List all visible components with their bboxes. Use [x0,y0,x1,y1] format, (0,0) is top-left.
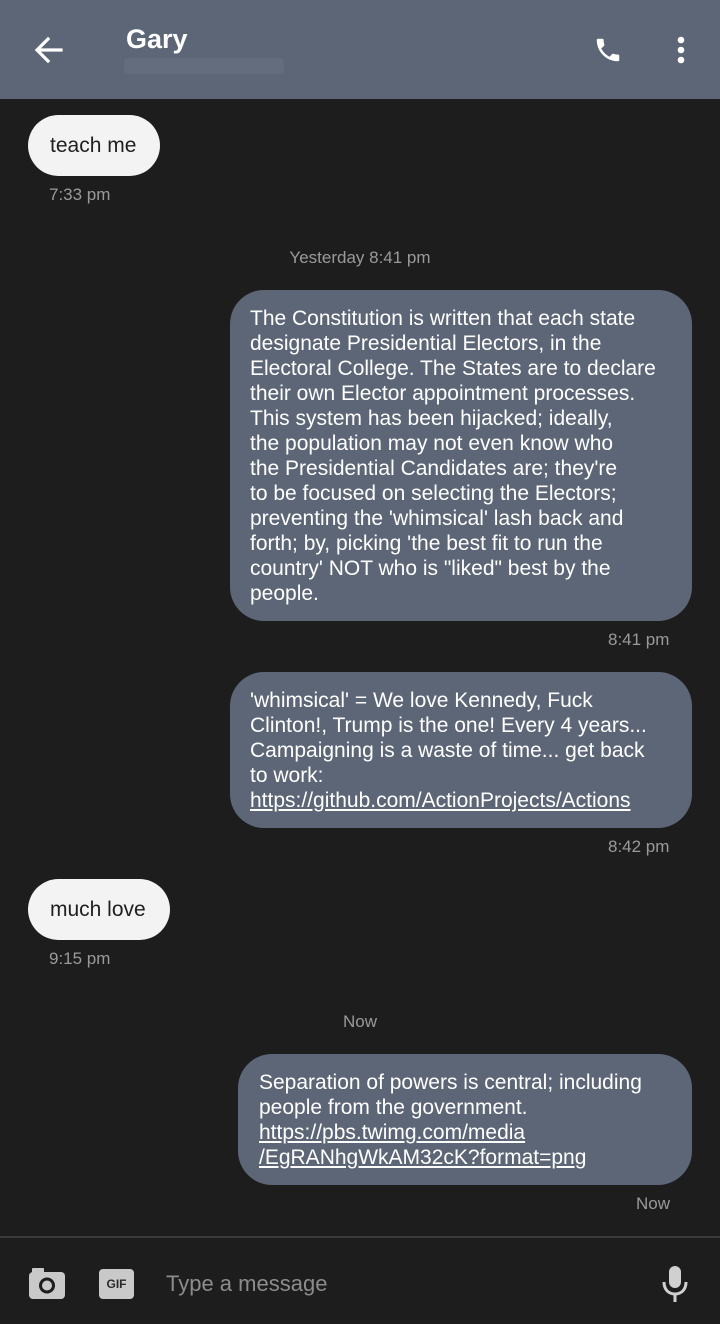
message-timestamp: 7:33 pm [49,185,111,204]
message-text-line: Separation of powers is central; includi… [259,1071,642,1094]
message-text-line: The Constitution is written that each st… [250,307,636,330]
outgoing-message-bubble[interactable]: Separation of powers is central; includi… [238,1054,692,1185]
message-text-line: designate Presidential Electors, in the [250,332,602,355]
message-text-line: Campaigning is a waste of time... get ba… [250,739,645,762]
call-button[interactable] [586,30,630,70]
gif-button[interactable]: GIF [99,1269,134,1299]
date-divider: Now [342,1012,377,1031]
message-timestamp: 8:42 pm [608,837,670,856]
message-text: teach me [50,133,137,157]
date-divider: Yesterday 8:41 pm [289,248,431,267]
message-link[interactable]: https://pbs.twimg.com/media [259,1120,672,1145]
more-vert-icon [677,36,685,64]
message-text-line: the Presidential Candidates are; they're [250,457,618,480]
outgoing-message-bubble[interactable]: The Constitution is written that each st… [230,290,692,621]
camera-button[interactable] [26,1264,68,1304]
microphone-button[interactable] [658,1262,692,1306]
microphone-icon [662,1266,688,1302]
back-arrow-icon [34,36,63,64]
message-input[interactable] [166,1264,626,1304]
contact-name[interactable]: Gary [126,24,188,55]
message-text-line: people. [250,582,319,605]
message-text-line: forth; by, picking 'the best fit to run … [250,532,603,555]
message-link[interactable]: https://github.com/ActionProjects/Action… [250,788,672,813]
message-timestamp: 8:41 pm [608,630,670,649]
message-timestamp: Now [636,1194,671,1213]
incoming-message-bubble[interactable]: much love [28,879,170,940]
message-text: much love [50,897,146,921]
message-text-line: This system has been hijacked; ideally, [250,407,613,430]
message-text-line: preventing the 'whimsical' lash back and [250,507,624,530]
phone-icon [596,38,620,62]
message-text-line: Electoral College. The States are to dec… [250,357,656,380]
back-button[interactable] [24,28,74,72]
outgoing-message-bubble[interactable]: 'whimsical' = We love Kennedy, Fuck Clin… [230,672,692,828]
app-bar: Gary [0,0,720,99]
message-text-line: the population may not even know who [250,432,614,455]
incoming-message-bubble[interactable]: teach me [28,115,160,176]
camera-icon [29,1268,65,1299]
message-text-line: to work: [250,764,324,787]
more-options-button[interactable] [664,30,698,70]
message-text-line: people from the government. [259,1096,528,1119]
message-link[interactable]: /EgRANhgWkAM32cK?format=png [259,1145,672,1170]
message-timestamp: 9:15 pm [49,949,111,968]
message-text-line: to be focused on selecting the Electors; [250,482,617,505]
message-text-line: country' NOT who is "liked" best by the [250,557,611,580]
message-text-line: their own Elector appointment processes. [250,382,636,405]
message-text-line: 'whimsical' = We love Kennedy, Fuck [250,689,593,712]
message-composer: GIF [0,1236,720,1324]
contact-subtitle-redacted [124,58,284,74]
message-text-line: Clinton!, Trump is the one! Every 4 year… [250,714,647,737]
